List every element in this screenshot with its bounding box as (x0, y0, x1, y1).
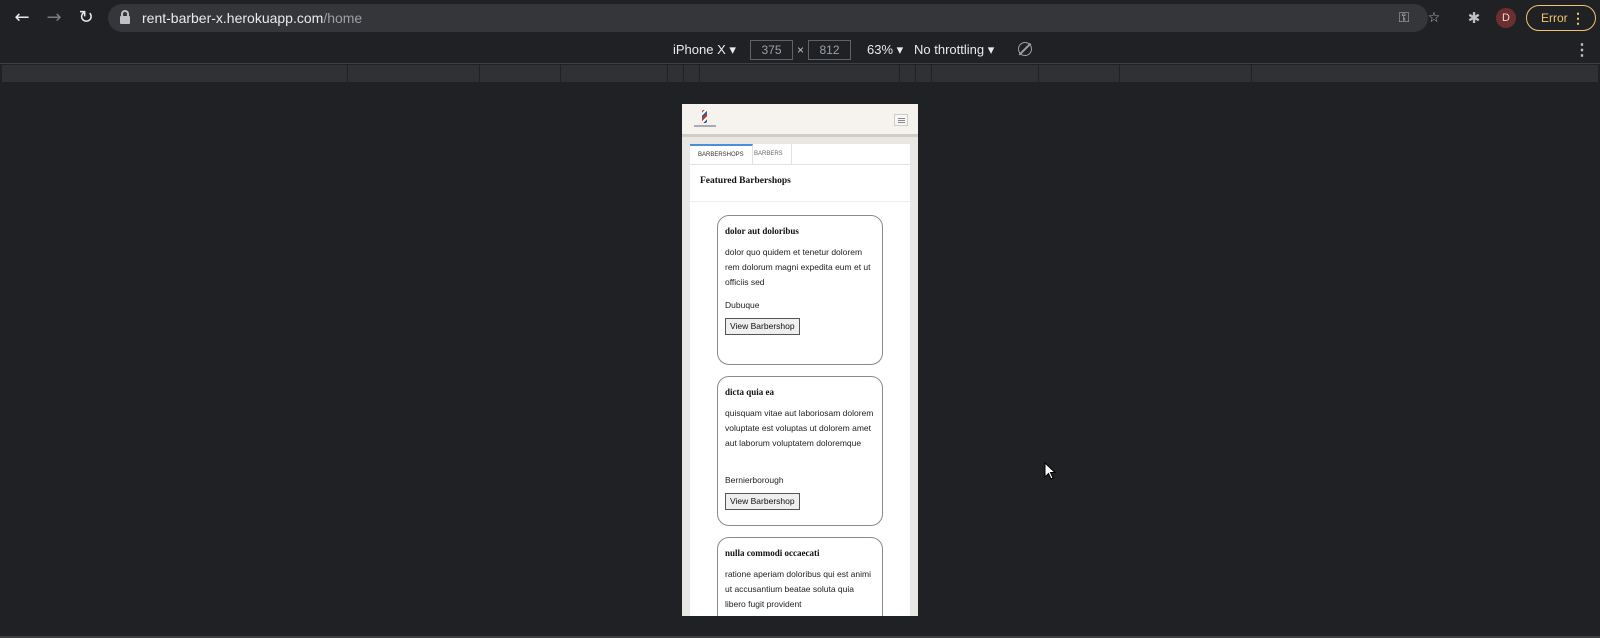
tab-bar: BARBERSHOPS BARBERS (690, 144, 910, 165)
url-host: rent-barber-x.herokuapp.com (142, 10, 324, 26)
media-query-bar[interactable] (2, 65, 1598, 82)
media-query-segment[interactable] (1120, 65, 1252, 82)
card-description: quisquam vitae aut laboriosam dolorem vo… (725, 408, 874, 448)
media-query-segment[interactable] (2, 65, 348, 82)
width-input[interactable]: 375 (750, 40, 793, 60)
error-button[interactable]: Error ⋮ (1526, 5, 1596, 31)
main-content: BARBERSHOPS BARBERS Featured Barbershops… (690, 144, 910, 616)
media-query-segment[interactable] (900, 65, 916, 82)
device-viewport[interactable]: BARBERSHOPS BARBERS Featured Barbershops… (682, 104, 918, 616)
star-icon[interactable]: ☆ (1424, 8, 1444, 28)
key-icon[interactable]: ⚿ (1394, 8, 1414, 28)
card-title: dolor aut doloribus (725, 226, 799, 236)
tab-barbershops[interactable]: BARBERSHOPS (690, 144, 753, 165)
throttling-select[interactable]: No throttling ▾ (914, 42, 994, 58)
media-query-segment[interactable] (1039, 65, 1120, 82)
zoom-select[interactable]: 63% ▾ (867, 42, 903, 58)
zoom-value: 63% (867, 42, 894, 57)
section-title: Featured Barbershops (700, 176, 791, 186)
tab-barbers[interactable]: BARBERS (746, 144, 792, 165)
url-text[interactable]: rent-barber-x.herokuapp.com/home (142, 10, 362, 26)
error-label: Error (1541, 11, 1568, 25)
barbershop-card: dicta quia ea quisquam vitae aut laborio… (717, 376, 883, 526)
view-barbershop-button[interactable]: View Barbershop (725, 493, 800, 510)
back-arrow-icon[interactable]: ← (10, 6, 34, 30)
media-query-segment[interactable] (1252, 65, 1598, 82)
url-path: /home (323, 10, 363, 26)
view-barbershop-button[interactable]: View Barbershop (725, 318, 800, 335)
profile-avatar[interactable]: D (1496, 8, 1516, 28)
rotate-icon[interactable] (1018, 42, 1032, 56)
extensions-puzzle-icon[interactable]: ✱ (1462, 6, 1486, 30)
app-header (682, 104, 918, 137)
media-query-segment[interactable] (668, 65, 684, 82)
media-query-segment[interactable] (700, 65, 900, 82)
browser-toolbar: ← → ↻ rent-barber-x.herokuapp.com/home ⚿… (0, 0, 1600, 36)
lock-icon[interactable] (120, 10, 130, 24)
divider (690, 201, 910, 202)
media-query-segment[interactable] (684, 65, 700, 82)
barbershop-card: nulla commodi occaecati ratione aperiam … (717, 537, 883, 616)
media-query-segment[interactable] (916, 65, 932, 82)
more-options-icon[interactable]: ⋮ (1574, 40, 1590, 60)
card-title: dicta quia ea (725, 387, 775, 397)
device-toolbar: iPhone X ▾ 375 × 812 63% ▾ No throttling… (0, 36, 1600, 64)
card-title: nulla commodi occaecati (725, 548, 820, 558)
media-query-segment[interactable] (561, 65, 668, 82)
dimension-separator: × (797, 43, 805, 57)
height-input[interactable]: 812 (808, 40, 851, 60)
forward-arrow-icon[interactable]: → (42, 6, 66, 30)
media-query-segment[interactable] (932, 65, 1039, 82)
card-city: Bernierborough (725, 475, 784, 485)
card-description: dolor quo quidem et tenetur dolorem rem … (725, 247, 871, 287)
device-select[interactable]: iPhone X ▾ (673, 42, 736, 58)
throttling-value: No throttling (914, 42, 985, 57)
barber-pole-logo-icon[interactable] (694, 110, 716, 130)
hamburger-menu-icon[interactable] (894, 114, 908, 126)
media-query-segment[interactable] (480, 65, 561, 82)
address-bar[interactable]: rent-barber-x.herokuapp.com/home ⚿ ☆ (108, 4, 1440, 32)
media-query-segment[interactable] (348, 65, 480, 82)
card-description: ratione aperiam doloribus qui est animi … (725, 569, 871, 609)
more-vert-icon: ⋮ (1571, 10, 1585, 26)
barbershop-card: dolor aut doloribus dolor quo quidem et … (717, 215, 883, 365)
reload-icon[interactable]: ↻ (74, 6, 98, 30)
card-city: Dubuque (725, 300, 760, 310)
device-name: iPhone X (673, 42, 726, 57)
